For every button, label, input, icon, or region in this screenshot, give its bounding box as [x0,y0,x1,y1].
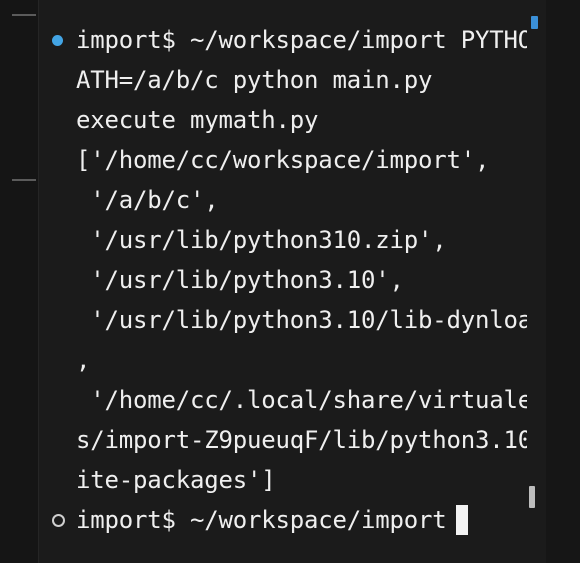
terminal-line: ['/home/cc/workspace/import', [52,140,527,180]
output-text: '/a/b/c', [76,186,219,214]
terminal-output[interactable]: import$ ~/workspace/import PYTHONP ATH=/… [52,20,527,550]
output-text: ATH=/a/b/c python main.py [76,66,433,94]
output-text: '/home/cc/.local/share/virtualenv [76,386,527,414]
output-text: '/usr/lib/python3.10/lib-dynload' [76,306,527,334]
prompt-status-icon [52,513,76,527]
command-text: import$ ~/workspace/import [76,506,447,534]
output-text: ['/home/cc/workspace/import', [76,146,490,174]
terminal-window: import$ ~/workspace/import PYTHONP ATH=/… [0,0,580,563]
left-gutter [0,0,38,563]
success-indicator-icon [52,34,63,46]
terminal-line: '/usr/lib/python310.zip', [52,220,527,260]
terminal-line: '/home/cc/.local/share/virtualenv [52,380,527,420]
terminal-scrollbar[interactable] [527,12,535,547]
terminal-line: '/usr/lib/python3.10', [52,260,527,300]
output-text: s/import-Z9pueuqF/lib/python3.10/s [76,426,527,454]
output-text: '/usr/lib/python310.zip', [76,226,447,254]
right-panel [546,0,580,563]
terminal-line: , [52,340,527,380]
gutter-edge [38,0,39,563]
output-text: ite-packages'] [76,466,276,494]
terminal-line: ite-packages'] [52,460,527,500]
terminal-cursor[interactable] [456,505,469,535]
output-text: execute mymath.py [76,106,319,134]
command-text: import$ ~/workspace/import PYTHONP [76,26,527,54]
terminal-line: ATH=/a/b/c python main.py [52,60,527,100]
output-text: , [76,346,91,374]
terminal-line-prompt-1: import$ ~/workspace/import PYTHONP [52,20,527,60]
terminal-line: s/import-Z9pueuqF/lib/python3.10/s [52,420,527,460]
prompt-status-icon [52,34,76,46]
output-text: '/usr/lib/python3.10', [76,266,404,294]
terminal-line-prompt-2: import$ ~/workspace/import [52,500,527,540]
scrollbar-thumb[interactable] [529,486,535,508]
gutter-marker-top [12,14,36,16]
terminal-line: execute mymath.py [52,100,527,140]
idle-indicator-icon [52,513,65,527]
terminal-line: '/usr/lib/python3.10/lib-dynload' [52,300,527,340]
terminal-line: '/a/b/c', [52,180,527,220]
gutter-marker-middle [12,179,36,181]
